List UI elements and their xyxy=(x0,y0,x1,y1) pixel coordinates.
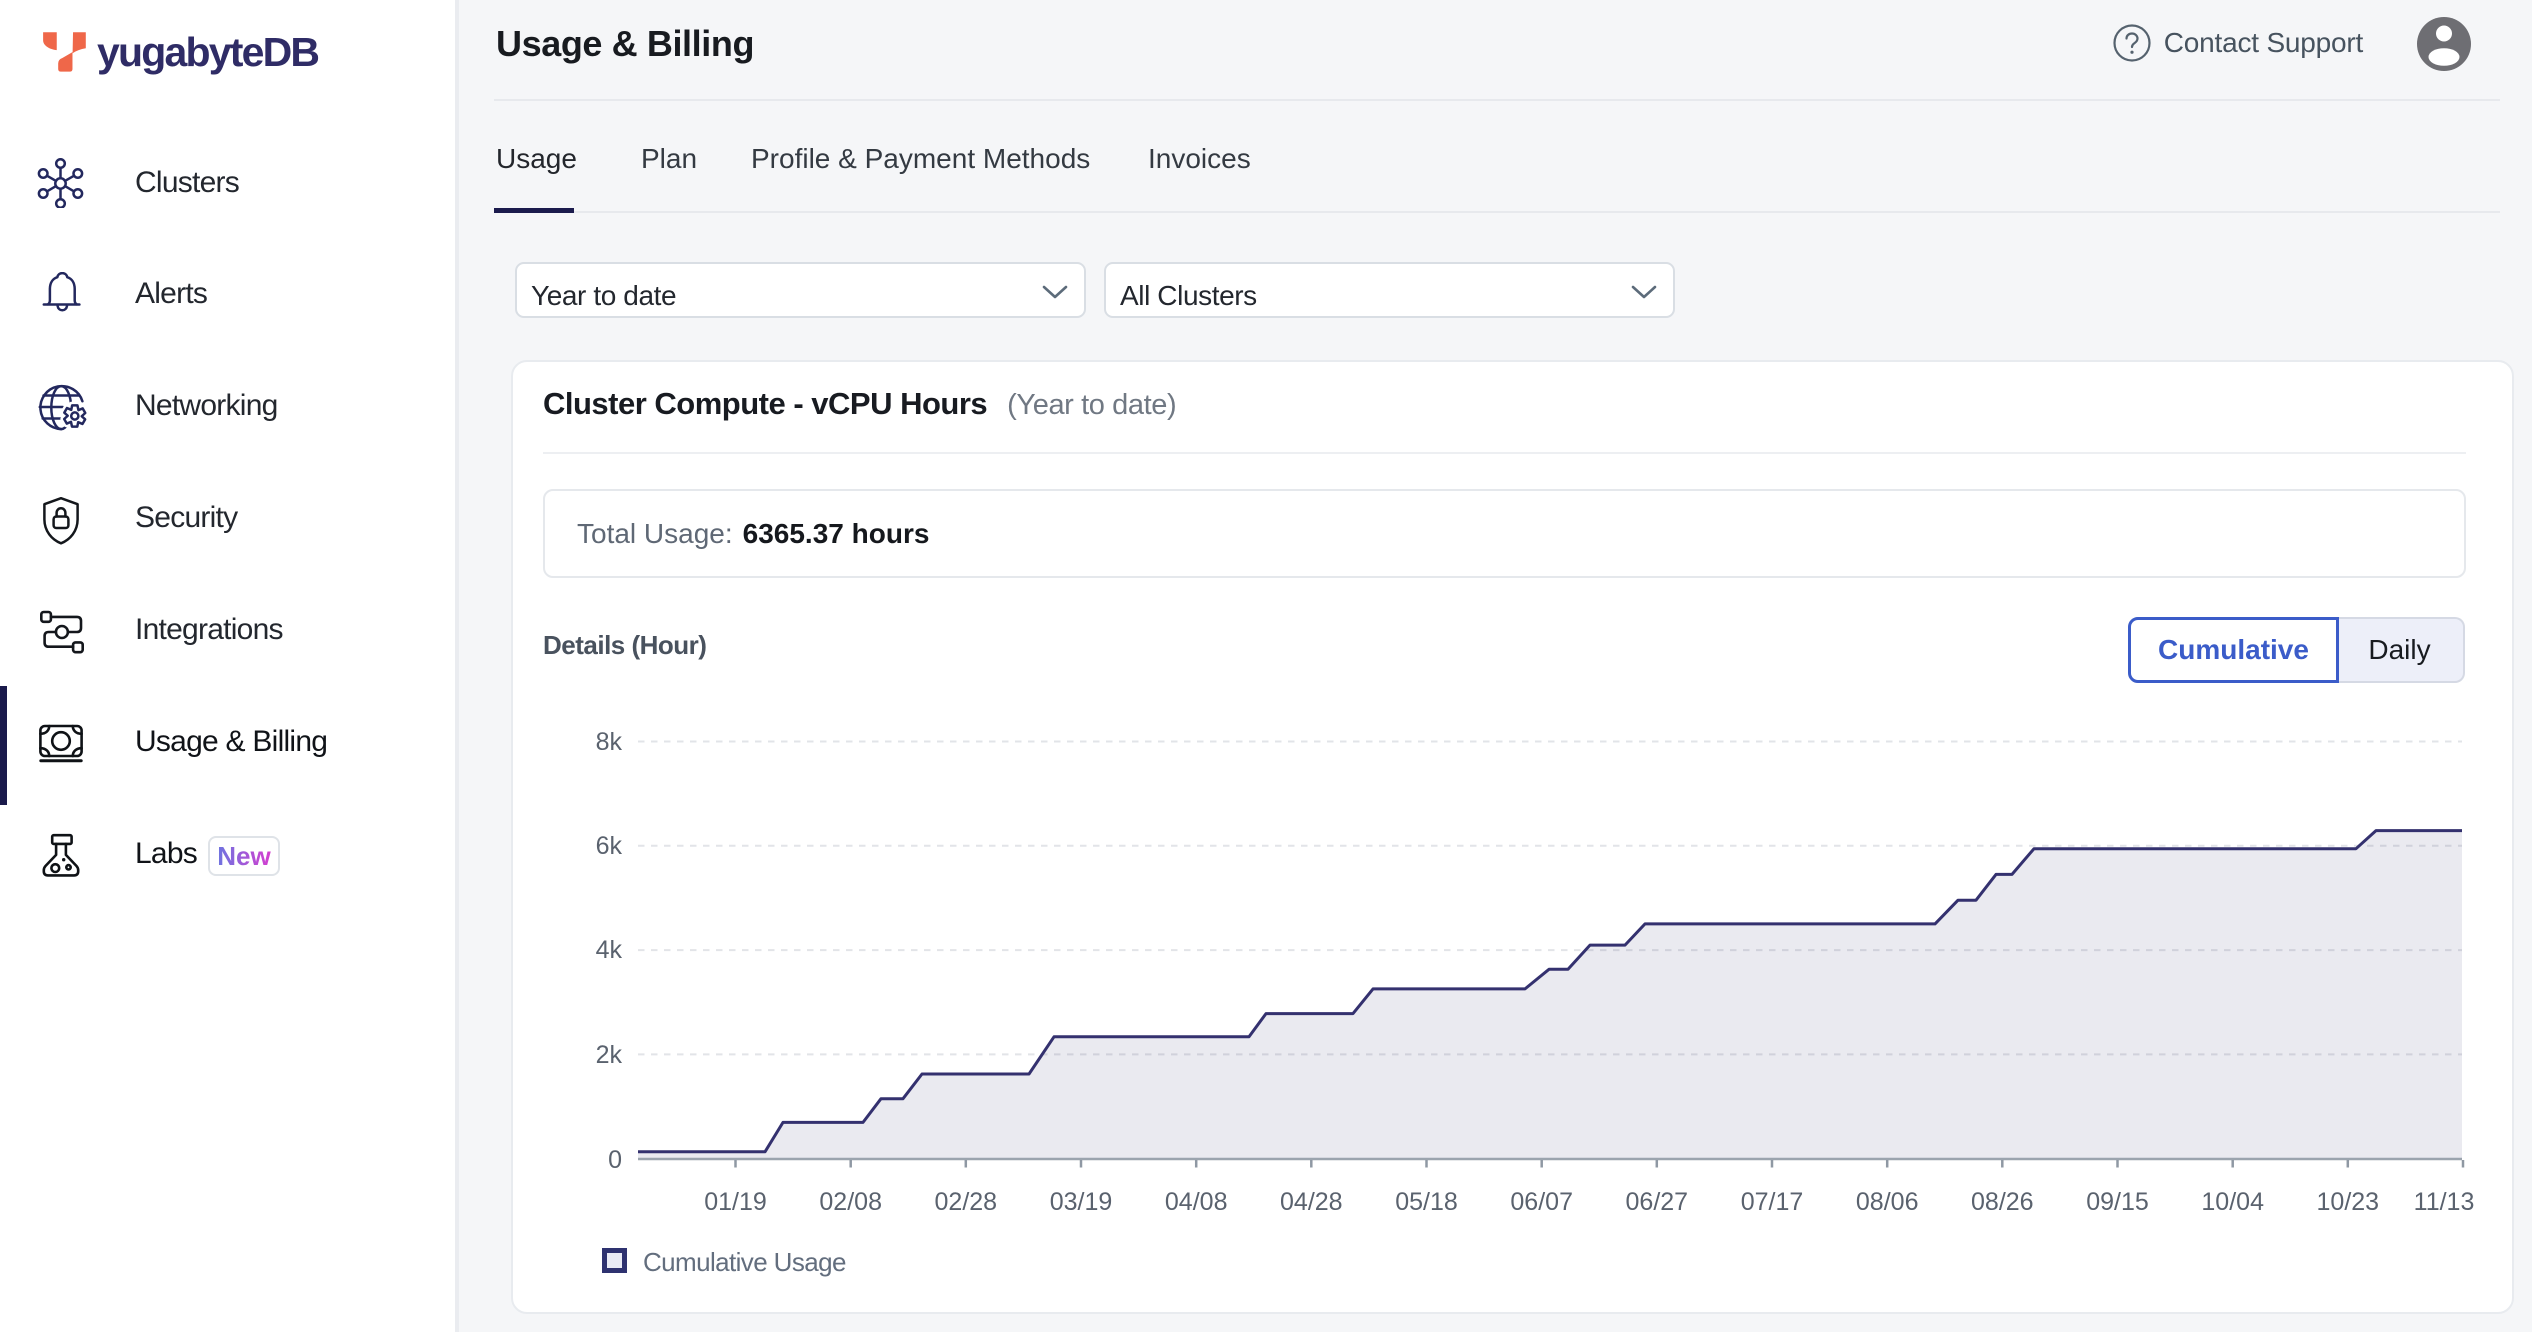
svg-text:08/06: 08/06 xyxy=(1856,1188,1919,1216)
svg-text:10/04: 10/04 xyxy=(2201,1188,2264,1216)
svg-text:04/08: 04/08 xyxy=(1165,1188,1228,1216)
svg-text:06/27: 06/27 xyxy=(1626,1188,1689,1216)
svg-text:6k: 6k xyxy=(596,832,623,860)
svg-text:4k: 4k xyxy=(596,936,623,964)
svg-text:10/23: 10/23 xyxy=(2317,1188,2380,1216)
svg-text:8k: 8k xyxy=(596,728,623,756)
svg-text:09/15: 09/15 xyxy=(2086,1188,2149,1216)
svg-text:04/28: 04/28 xyxy=(1280,1188,1343,1216)
svg-text:06/07: 06/07 xyxy=(1510,1188,1573,1216)
svg-text:05/18: 05/18 xyxy=(1395,1188,1458,1216)
svg-text:07/17: 07/17 xyxy=(1741,1188,1804,1216)
svg-text:11/13: 11/13 xyxy=(2414,1188,2475,1216)
svg-text:08/26: 08/26 xyxy=(1971,1188,2034,1216)
svg-text:01/19: 01/19 xyxy=(704,1188,767,1216)
svg-text:03/19: 03/19 xyxy=(1050,1188,1113,1216)
svg-text:02/28: 02/28 xyxy=(935,1188,998,1216)
svg-text:02/08: 02/08 xyxy=(819,1188,882,1216)
svg-text:2k: 2k xyxy=(596,1041,623,1069)
svg-text:0: 0 xyxy=(608,1146,622,1174)
